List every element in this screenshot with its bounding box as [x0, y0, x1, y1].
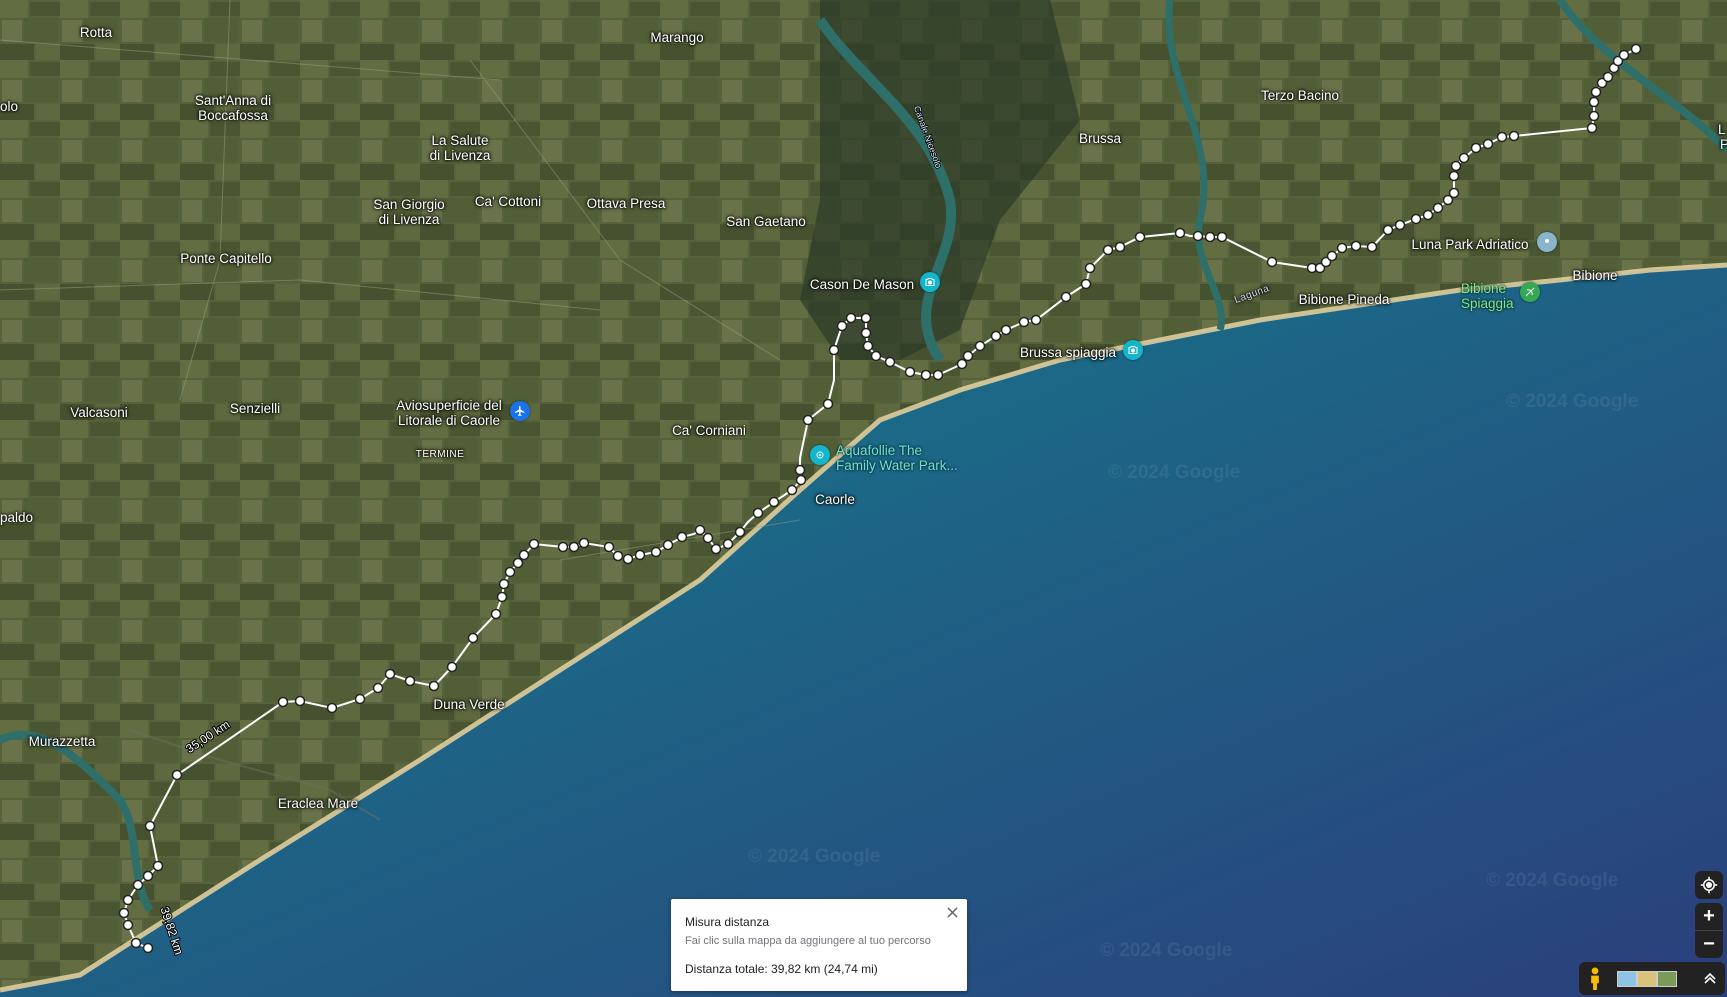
- place-label[interactable]: P: [1720, 137, 1727, 152]
- place-label[interactable]: Bibione Pineda: [1299, 292, 1390, 307]
- map-layers-bar: [1579, 962, 1725, 995]
- layer-thumbnail-sea[interactable]: [1617, 971, 1637, 987]
- layer-thumbnail-satellite[interactable]: [1657, 971, 1677, 987]
- map-pin-icon[interactable]: [1537, 232, 1557, 252]
- airport-icon[interactable]: [510, 401, 530, 421]
- water-park-icon[interactable]: [810, 445, 830, 465]
- map-watermark: © 2024 Google: [1486, 870, 1619, 891]
- place-label[interactable]: TERMINE: [416, 447, 465, 462]
- place-label[interactable]: Murazzetta: [29, 734, 96, 749]
- place-label[interactable]: paldo: [0, 510, 33, 525]
- map-watermark: © 2024 Google: [1108, 462, 1241, 483]
- place-label[interactable]: Duna Verde: [433, 697, 504, 712]
- place-label[interactable]: Eraclea Mare: [278, 796, 358, 811]
- place-label[interactable]: Marango: [650, 30, 703, 45]
- measure-total: Distanza totale: 39,82 km (24,74 mi): [685, 962, 878, 976]
- place-label[interactable]: Terzo Bacino: [1261, 88, 1339, 103]
- my-location-button[interactable]: [1695, 871, 1723, 899]
- zoom-in-button[interactable]: +: [1695, 903, 1723, 931]
- place-label[interactable]: Brussa: [1079, 131, 1121, 146]
- map-watermark: © 2024 Google: [1506, 391, 1639, 412]
- place-label[interactable]: Caorle: [815, 492, 855, 507]
- beach-icon[interactable]: [1520, 282, 1540, 302]
- map-watermark: © 2024 Google: [1100, 940, 1233, 961]
- close-icon[interactable]: [943, 903, 961, 921]
- location-icon: [1700, 876, 1718, 894]
- place-label[interactable]: Rotta: [80, 25, 112, 40]
- map-watermark: © 2024 Google: [748, 846, 881, 867]
- measure-hint: Fai clic sulla mappa da aggiungere al tu…: [685, 935, 931, 947]
- place-label[interactable]: olo: [0, 99, 18, 114]
- place-label[interactable]: Sant'Anna di Boccafossa: [195, 93, 271, 123]
- place-label[interactable]: Ottava Presa: [587, 196, 666, 211]
- place-label[interactable]: Aviosuperficie del Litorale di Caorle: [396, 398, 502, 428]
- pegman-icon[interactable]: [1587, 967, 1603, 990]
- place-label[interactable]: Luna Park Adriatico: [1411, 237, 1528, 252]
- place-label[interactable]: Aquafollie The Family Water Park...: [836, 443, 958, 473]
- layer-thumbnail-terrain[interactable]: [1637, 971, 1657, 987]
- place-label[interactable]: Bibione Spiaggia: [1461, 281, 1514, 311]
- place-label[interactable]: San Gaetano: [726, 214, 806, 229]
- place-label[interactable]: L: [1718, 122, 1726, 137]
- place-label[interactable]: Cason De Mason: [810, 277, 914, 292]
- place-label[interactable]: Brussa spiaggia: [1020, 345, 1116, 360]
- place-label[interactable]: Senzielli: [230, 401, 280, 416]
- chevron-up-icon[interactable]: [1701, 969, 1719, 987]
- camera-icon[interactable]: [920, 272, 940, 292]
- place-label[interactable]: Valcasoni: [70, 405, 128, 420]
- place-label[interactable]: La Salute di Livenza: [430, 133, 491, 163]
- place-label[interactable]: Bibione: [1572, 268, 1617, 283]
- measure-distance-panel: Misura distanza Fai clic sulla mappa da …: [671, 899, 967, 991]
- zoom-out-button[interactable]: −: [1695, 931, 1723, 958]
- zoom-control: + −: [1695, 903, 1723, 958]
- place-label[interactable]: Ponte Capitello: [180, 251, 272, 266]
- place-label[interactable]: San Giorgio di Livenza: [373, 197, 444, 227]
- place-label[interactable]: Ca' Cottoni: [475, 194, 541, 209]
- measure-title: Misura distanza: [685, 915, 770, 929]
- place-label[interactable]: Ca' Corniani: [672, 423, 746, 438]
- camera-icon[interactable]: [1123, 340, 1143, 360]
